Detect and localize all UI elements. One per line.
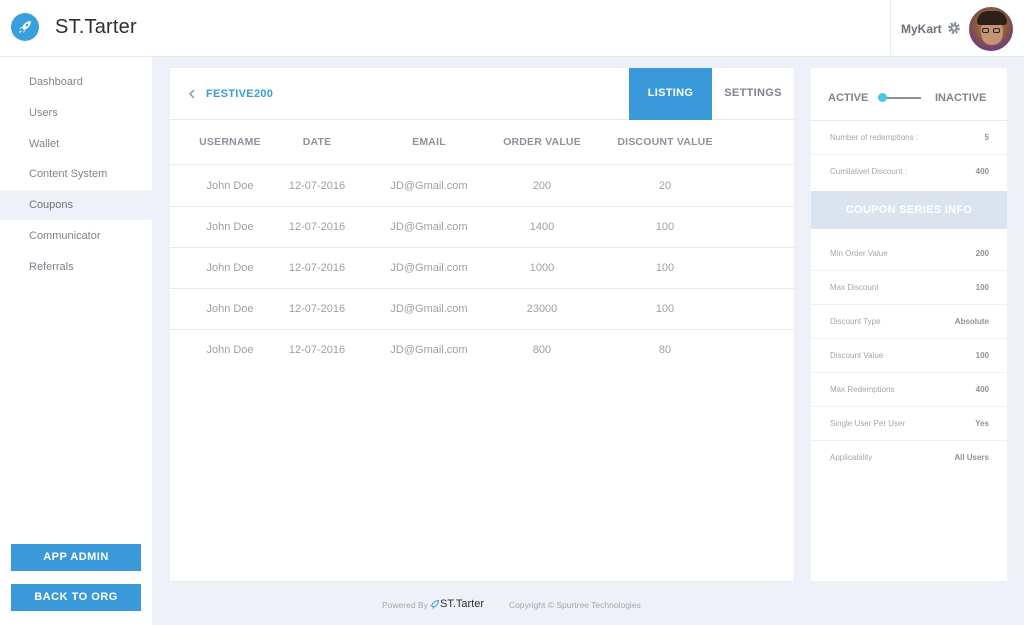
table-row[interactable]: John Doe 12-07-2016 JD@Gmail.com 1400 10… (170, 207, 794, 248)
sidebar-item-dashboard[interactable]: Dashboard (0, 67, 152, 97)
org-switcher: MyKart (890, 0, 1024, 57)
stat-redemptions: Number of redemptions : 5 (811, 121, 1007, 155)
sidebar-item-coupons[interactable]: Coupons (0, 190, 152, 220)
sidebar: Dashboard Users Wallet Content System Co… (0, 57, 152, 625)
table-row[interactable]: John Doe 12-07-2016 JD@Gmail.com 200 20 (170, 166, 794, 207)
stat-value: 400 (975, 167, 989, 176)
stat-cumulative-discount: Cumilativel Discount : 400 (811, 155, 1007, 189)
cell-username: John Doe (206, 221, 254, 233)
column-header-order-value[interactable]: ORDER VALUE (492, 120, 592, 165)
tab-listing[interactable]: LISTING (629, 68, 712, 120)
coupon-series-info-header: COUPON SERIES INFO (811, 191, 1007, 229)
cell-order-value: 1000 (529, 262, 555, 274)
rocket-icon[interactable] (11, 13, 39, 41)
table-row[interactable]: John Doe 12-07-2016 JD@Gmail.com 1000 10… (170, 248, 794, 289)
cell-discount-value: 100 (655, 262, 675, 274)
info-value: 100 (975, 351, 989, 360)
cell-date: 12-07-2016 (288, 221, 346, 233)
table-row[interactable]: John Doe 12-07-2016 JD@Gmail.com 23000 1… (170, 289, 794, 330)
cell-email: JD@Gmail.com (390, 221, 468, 233)
cell-discount-value: 20 (658, 180, 672, 192)
cell-date: 12-07-2016 (288, 262, 346, 274)
info-value: 400 (975, 385, 989, 394)
info-single-user: Single User Per User Yes (811, 407, 1007, 441)
info-max-discount: Max Discount 100 (811, 271, 1007, 305)
info-value: All Users (954, 453, 989, 462)
info-label: Single User Per User (830, 419, 906, 428)
table-header: USERNAME DATE EMAIL ORDER VALUE DISCOUNT… (170, 120, 794, 165)
info-label: Min Order Value (830, 249, 888, 258)
app-admin-button[interactable]: APP ADMIN (11, 544, 141, 571)
info-discount-type: Discount Type Absolute (811, 305, 1007, 339)
status-toggle-knob[interactable] (878, 93, 887, 102)
info-applicability: Applicability All Users (811, 441, 1007, 475)
coupon-code: FESTIVE200 (206, 88, 274, 100)
info-label: Max Redemptions (830, 385, 895, 394)
cell-username: John Doe (206, 344, 254, 356)
app-header: ST.Tarter MyKart (0, 0, 1024, 57)
column-header-date[interactable]: DATE (272, 120, 362, 165)
footer: Powered By ST.Tarter Copyright © Spurtre… (170, 598, 794, 614)
powered-by-text: Powered By (382, 600, 428, 610)
chevron-left-icon[interactable] (186, 87, 198, 101)
card-header: FESTIVE200 LISTING SETTINGS (170, 68, 794, 120)
toggle-active-label[interactable]: ACTIVE (828, 92, 868, 104)
cell-discount-value: 100 (655, 221, 675, 233)
listing-card: FESTIVE200 LISTING SETTINGS USERNAME DAT… (170, 68, 794, 581)
cell-order-value: 800 (532, 344, 552, 356)
table-row[interactable]: John Doe 12-07-2016 JD@Gmail.com 800 80 (170, 330, 794, 371)
column-header-discount-value[interactable]: DISCOUNT VALUE (605, 120, 725, 165)
cell-email: JD@Gmail.com (390, 262, 468, 274)
cell-order-value: 23000 (526, 303, 558, 315)
stat-label: Number of redemptions : (830, 133, 919, 142)
coupon-details-panel: ACTIVE INACTIVE Number of redemptions : … (811, 68, 1007, 581)
info-label: Applicability (830, 453, 873, 462)
cell-email: JD@Gmail.com (390, 344, 468, 356)
info-value: 200 (975, 249, 989, 258)
cell-discount-value: 100 (655, 303, 675, 315)
info-value: Yes (975, 419, 989, 428)
status-toggle-track[interactable] (883, 97, 921, 99)
cell-username: John Doe (206, 262, 254, 274)
info-discount-value: Discount Value 100 (811, 339, 1007, 373)
cell-email: JD@Gmail.com (390, 303, 468, 315)
cell-order-value: 1400 (529, 221, 555, 233)
stat-label: Cumilativel Discount : (830, 167, 907, 176)
cell-date: 12-07-2016 (288, 344, 346, 356)
cell-username: John Doe (206, 303, 254, 315)
sidebar-item-content-system[interactable]: Content System (0, 159, 152, 189)
column-header-username[interactable]: USERNAME (180, 120, 280, 165)
column-header-email[interactable]: EMAIL (379, 120, 479, 165)
info-min-order-value: Min Order Value 200 (811, 237, 1007, 271)
info-label: Max Discount (830, 283, 879, 292)
tab-settings[interactable]: SETTINGS (712, 68, 794, 120)
info-value: Absolute (954, 317, 989, 326)
avatar[interactable] (967, 5, 1015, 53)
status-toggle-row: ACTIVE INACTIVE (811, 68, 1007, 121)
copyright-text: Copyright © Spurtree Technologies (509, 600, 641, 610)
cell-order-value: 200 (532, 180, 552, 192)
toggle-inactive-label[interactable]: INACTIVE (935, 92, 986, 104)
info-label: Discount Value (830, 351, 884, 360)
cell-date: 12-07-2016 (288, 303, 346, 315)
sidebar-item-users[interactable]: Users (0, 98, 152, 128)
sidebar-item-wallet[interactable]: Wallet (0, 129, 152, 159)
sidebar-item-referrals[interactable]: Referrals (0, 252, 152, 282)
back-to-org-button[interactable]: BACK TO ORG (11, 584, 141, 611)
gear-icon[interactable] (947, 21, 961, 35)
stat-value: 5 (984, 133, 989, 142)
cell-discount-value: 80 (658, 344, 672, 356)
sidebar-item-communicator[interactable]: Communicator (0, 221, 152, 251)
rocket-icon (428, 599, 440, 613)
cell-date: 12-07-2016 (288, 180, 346, 192)
footer-brand[interactable]: ST.Tarter (440, 598, 484, 610)
info-max-redemptions: Max Redemptions 400 (811, 373, 1007, 407)
org-name[interactable]: MyKart (901, 22, 942, 36)
info-label: Discount Type (830, 317, 881, 326)
cell-username: John Doe (206, 180, 254, 192)
info-value: 100 (975, 283, 989, 292)
cell-email: JD@Gmail.com (390, 180, 468, 192)
brand-name[interactable]: ST.Tarter (55, 16, 137, 39)
